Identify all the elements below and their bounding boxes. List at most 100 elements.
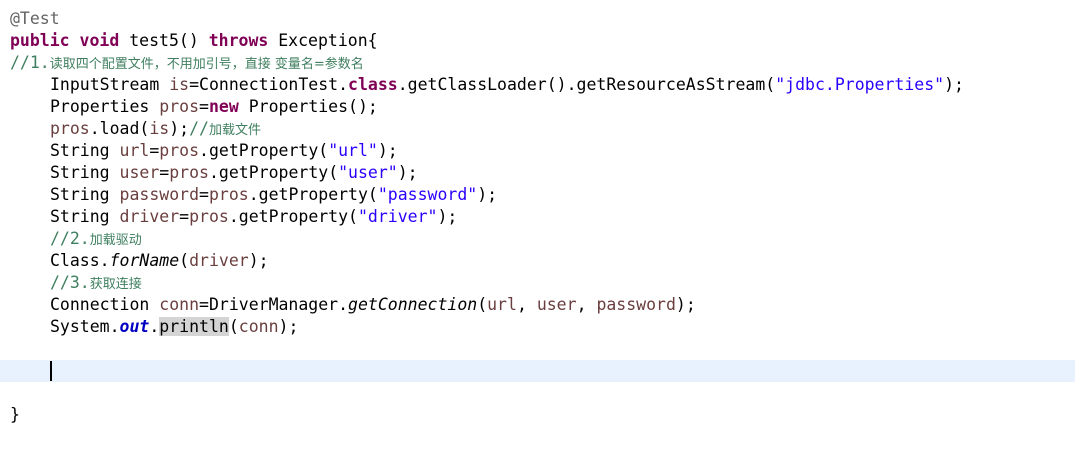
code-token: public — [10, 31, 70, 50]
code-line-text: String driver=pros.getProperty("driver")… — [50, 206, 457, 228]
code-token: ( — [477, 295, 488, 314]
code-line-text: String user=pros.getProperty("user"); — [50, 162, 418, 184]
code-line-text: //1.读取四个配置文件，不用加引号，直接 变量名=参数名 — [10, 52, 364, 76]
code-token: .getProperty( — [208, 163, 339, 182]
code-line[interactable]: //3.获取连接 — [0, 272, 1075, 294]
code-line[interactable]: String password=pros.getProperty("passwo… — [0, 184, 1075, 206]
code-editor[interactable]: @Test public void test5() throws Exceptio… — [0, 0, 1075, 453]
code-token: .getClassLoader().getResourceAsStream( — [397, 75, 776, 94]
code-token: InputStream — [50, 75, 170, 94]
code-token: void — [79, 31, 120, 50]
code-token: String — [50, 163, 120, 182]
code-token: pros — [159, 97, 200, 116]
code-token: =ConnectionTest. — [189, 75, 349, 94]
code-token: .getProperty( — [228, 207, 358, 226]
code-token: String — [50, 185, 120, 204]
code-token: .getProperty( — [248, 185, 378, 204]
code-token: =DriverManager. — [199, 295, 349, 314]
code-token: "user" — [338, 163, 398, 182]
code-token: Class. — [50, 251, 110, 270]
code-token: new — [208, 97, 239, 116]
code-token: "driver" — [357, 207, 438, 226]
code-line[interactable]: System.out.println(conn); — [0, 316, 1075, 338]
code-token: , — [516, 295, 537, 314]
code-token: user — [119, 163, 160, 182]
code-line[interactable]: String driver=pros.getProperty("driver")… — [0, 206, 1075, 228]
code-token: password — [596, 295, 676, 314]
code-token: = — [199, 185, 209, 204]
code-token: pros — [159, 141, 200, 160]
code-token: ( — [179, 251, 190, 270]
code-token: .load( — [89, 119, 150, 138]
code-line[interactable]: String user=pros.getProperty("user"); — [0, 162, 1075, 184]
code-token: String — [50, 141, 120, 160]
text-cursor — [50, 361, 52, 381]
code-line[interactable]: //2.加载驱动 — [0, 228, 1075, 250]
code-token: Properties(); — [238, 97, 378, 116]
code-token: url — [487, 295, 517, 314]
code-line[interactable]: public void test5() throws Exception{ — [0, 30, 1075, 52]
code-token: 读取四个配置文件，不用加引号，直接 变量名=参数名 — [49, 57, 364, 72]
code-token: 获取连接 — [89, 277, 142, 292]
code-token: driver — [189, 251, 249, 270]
code-line[interactable] — [0, 382, 1075, 404]
code-token: "url" — [328, 141, 378, 160]
code-token: ); — [675, 295, 696, 314]
code-line-text: Class.forName(driver); — [50, 250, 269, 272]
code-line-text: //3.获取连接 — [50, 272, 142, 296]
code-line-text: InputStream is=ConnectionTest.class.getC… — [50, 74, 964, 96]
code-line-text: //2.加载驱动 — [50, 228, 142, 252]
code-token: 加载文件 — [208, 123, 261, 138]
code-line[interactable]: Properties pros=new Properties(); — [0, 96, 1075, 118]
code-token: ); — [248, 251, 269, 270]
code-line-text: Connection conn=DriverManager.getConnect… — [50, 294, 696, 316]
code-token: .getProperty( — [199, 141, 329, 160]
code-token: , — [576, 295, 597, 314]
code-token: driver — [119, 207, 180, 226]
code-token: System. — [50, 317, 120, 336]
code-token: //1. — [10, 53, 50, 72]
code-line-text: String url=pros.getProperty("url"); — [50, 140, 398, 162]
code-line[interactable] — [0, 360, 1075, 382]
code-line[interactable] — [0, 338, 1075, 360]
code-line[interactable]: Class.forName(driver); — [0, 250, 1075, 272]
code-token: url — [119, 141, 150, 160]
code-line[interactable]: Connection conn=DriverManager.getConnect… — [0, 294, 1075, 316]
code-token: ); — [477, 185, 498, 204]
code-token: = — [159, 163, 170, 182]
code-token: = — [179, 207, 190, 226]
code-line[interactable]: //1.读取四个配置文件，不用加引号，直接 变量名=参数名 — [0, 52, 1075, 74]
code-token: } — [10, 405, 20, 424]
code-line[interactable]: InputStream is=ConnectionTest.class.getC… — [0, 74, 1075, 96]
code-line[interactable]: @Test — [0, 8, 1075, 30]
code-token: pros — [169, 163, 209, 182]
code-token: println — [159, 317, 229, 336]
code-token: ); — [169, 119, 190, 138]
code-token: //2. — [50, 229, 90, 248]
code-line-text: Properties pros=new Properties(); — [50, 96, 378, 118]
code-line[interactable]: pros.load(is);//加载文件 — [0, 118, 1075, 140]
code-token: "jdbc.Properties" — [775, 75, 945, 94]
code-line-text: String password=pros.getProperty("passwo… — [50, 184, 497, 206]
code-token: out — [119, 317, 150, 336]
code-token: conn — [238, 317, 279, 336]
code-token: ( — [228, 317, 239, 336]
code-token: pros — [50, 119, 90, 138]
code-token: @Test — [10, 9, 60, 28]
code-token: ); — [397, 163, 418, 182]
code-token: pros — [208, 185, 249, 204]
code-token: String — [50, 207, 120, 226]
code-line-text: System.out.println(conn); — [50, 316, 298, 338]
code-line[interactable]: String url=pros.getProperty("url"); — [0, 140, 1075, 162]
code-line[interactable]: } — [0, 404, 1075, 426]
code-token: is — [169, 75, 190, 94]
code-token: class — [348, 75, 398, 94]
code-token: 加载驱动 — [89, 233, 142, 248]
code-line-text: public void test5() throws Exception{ — [10, 30, 378, 52]
code-line-text: } — [10, 404, 20, 426]
code-token: password — [119, 185, 200, 204]
code-token: = — [199, 97, 209, 116]
code-token: user — [536, 295, 577, 314]
code-token: ); — [377, 141, 398, 160]
